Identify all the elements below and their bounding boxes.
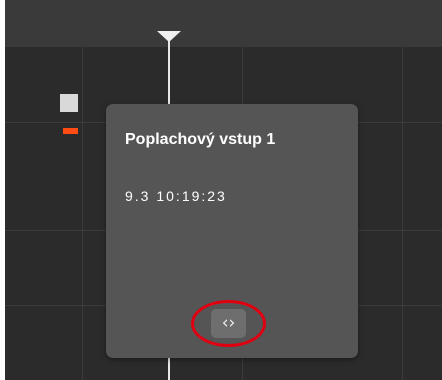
timeline-ruler[interactable] (5, 0, 442, 47)
expand-button[interactable]: ‹› (211, 309, 246, 338)
timeline-viewport[interactable]: Poplachový vstup 1 9.3 10:19:23 ‹› (5, 0, 442, 380)
event-timestamp: 9.3 10:19:23 (125, 188, 227, 204)
code-expand-icon: ‹› (221, 313, 236, 333)
channel-indicator (60, 94, 78, 112)
event-title: Poplachový vstup 1 (125, 131, 276, 148)
alarm-event-marker[interactable] (63, 128, 78, 134)
event-tooltip: Poplachový vstup 1 9.3 10:19:23 ‹› (106, 104, 358, 358)
grid-line (82, 47, 83, 380)
playhead-marker[interactable] (157, 31, 181, 42)
grid-line (402, 47, 403, 380)
